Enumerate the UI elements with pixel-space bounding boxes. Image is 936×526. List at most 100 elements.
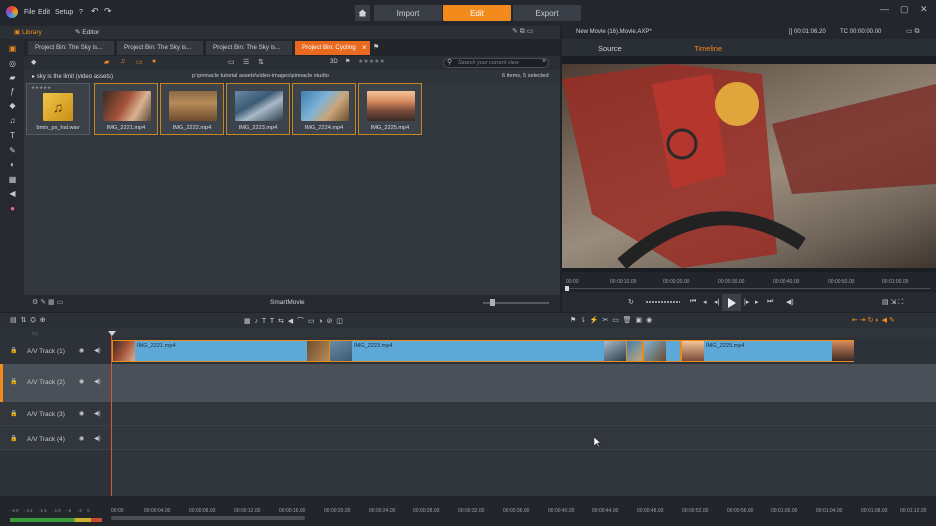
timeline-left-tools[interactable]: ▤ ⇅ ⛭ ⊕: [10, 316, 46, 325]
new-bin-tab-icon[interactable]: ⚑: [373, 43, 379, 51]
timeline-clip-tools[interactable]: ⚑ ⇂ ⚡ ✂ ▭ 🗑 ▣ ◉: [570, 316, 652, 324]
montage-icon[interactable]: ◆: [8, 101, 17, 110]
menu-file[interactable]: File: [24, 9, 35, 16]
visibility-icon[interactable]: ◉: [79, 435, 84, 442]
timeline-right-tools[interactable]: ⇤ ⇥ ↻ ◐ ◀ ✎: [852, 316, 895, 324]
visibility-icon[interactable]: ◉: [79, 410, 84, 417]
player-view-icons[interactable]: ▤ ⇲ ⛶: [882, 298, 903, 307]
bin-tab-2[interactable]: Project Bin: The Sky is...: [117, 41, 203, 55]
asset-audio[interactable]: ★★★★★ ♫ bmix_ps_hal.wav: [26, 83, 90, 135]
mute-icon[interactable]: ◀): [94, 347, 101, 354]
asset-video[interactable]: IMG_2221.mp4: [94, 83, 158, 135]
home-button[interactable]: [355, 5, 370, 21]
frame-back-icon[interactable]: ◂|: [714, 298, 719, 306]
transitions-icon[interactable]: ◐: [8, 160, 17, 169]
bin-tab-3[interactable]: Project Bin: The Sky is...: [206, 41, 292, 55]
shuttle-control[interactable]: [646, 301, 680, 303]
timeline-clip[interactable]: [643, 340, 681, 362]
record-icon[interactable]: ●: [8, 204, 17, 213]
playhead-marker[interactable]: [108, 331, 116, 336]
lock-icon[interactable]: 🔒: [10, 347, 17, 354]
timeline-clip[interactable]: IMG_2225.mp4: [681, 340, 854, 362]
collections-icon[interactable]: ◎: [8, 59, 17, 68]
visibility-icon[interactable]: ◉: [79, 347, 84, 354]
footer-tools-icons[interactable]: ⚙ ✎ ▦ ▭: [32, 298, 63, 306]
folder-icon[interactable]: ▭: [228, 58, 235, 66]
music-icon[interactable]: ♫: [8, 116, 17, 125]
smartmovie-button[interactable]: SmartMovie: [270, 299, 305, 306]
app-logo: [6, 6, 18, 18]
source-tab[interactable]: Source: [598, 44, 622, 53]
timeline-scrollbar[interactable]: [111, 516, 305, 520]
lock-icon[interactable]: 🔒: [10, 410, 17, 417]
volume-icon[interactable]: ◀): [786, 298, 794, 306]
lock-icon[interactable]: 🔒: [10, 378, 17, 385]
filter-video-icon[interactable]: ▰: [104, 58, 109, 66]
mute-icon[interactable]: ◀): [94, 410, 101, 417]
sounds-icon[interactable]: ▦: [8, 175, 17, 184]
close-icon[interactable]: ✕: [920, 4, 928, 15]
asset-video[interactable]: IMG_2223.mp4: [226, 83, 290, 135]
filter-project-icon[interactable]: ●: [152, 58, 156, 65]
asset-video[interactable]: IMG_2225.mp4: [358, 83, 422, 135]
list-view-icon[interactable]: ☰: [243, 58, 249, 66]
edit-mode-button[interactable]: Edit: [443, 5, 511, 21]
import-mode-button[interactable]: Import: [374, 5, 442, 21]
skip-end-icon[interactable]: ⏭: [767, 298, 773, 306]
library-header-icons[interactable]: ✎ ⧉ ▭: [512, 27, 533, 36]
track-name[interactable]: A/V Track (4): [27, 436, 65, 443]
player-layout-icons[interactable]: ▭ ⧉: [906, 27, 920, 36]
search-clear-icon[interactable]: ×: [542, 58, 546, 65]
redo-icon[interactable]: ↷: [104, 6, 112, 17]
search-input[interactable]: Search your current view: [443, 58, 549, 68]
effects-icon[interactable]: ƒ: [8, 87, 17, 96]
overlays-icon[interactable]: ✎: [8, 146, 17, 155]
asset-video[interactable]: IMG_2222.mp4: [160, 83, 224, 135]
project-bin-icon[interactable]: ▣: [8, 44, 17, 53]
playhead[interactable]: [111, 333, 112, 513]
track-name[interactable]: A/V Track (1): [27, 348, 65, 355]
export-mode-button[interactable]: Export: [513, 5, 581, 21]
frame-forward-icon[interactable]: |▸: [744, 298, 749, 306]
bin-tab-1[interactable]: Project Bin: The Sky is...: [28, 41, 114, 55]
timeline-clip[interactable]: [626, 340, 643, 362]
lock-icon[interactable]: 🔒: [10, 435, 17, 442]
visibility-icon[interactable]: ◉: [79, 378, 84, 385]
menu-setup[interactable]: Setup: [55, 9, 73, 16]
bin-tab-cycling[interactable]: Project Bin: Cycling: [295, 41, 370, 55]
timeline-edit-tools[interactable]: ▦ ♪ T T ⇆ ◀ ⌒ ▭ ◑ ⊘ ◫: [244, 316, 343, 326]
mute-icon[interactable]: ◀): [94, 378, 101, 385]
tag-filter-icon[interactable]: ⚑: [345, 58, 350, 65]
slider-handle[interactable]: [490, 299, 495, 306]
loop-icon[interactable]: ↻: [628, 298, 634, 306]
menu-help[interactable]: ?: [79, 9, 83, 16]
sort-icon[interactable]: ⇅: [258, 58, 264, 66]
timeline-clip[interactable]: IMG_2221.mp4: [112, 340, 329, 362]
tag-icon[interactable]: ◆: [31, 58, 36, 66]
timeline-tab[interactable]: Timeline: [694, 44, 722, 53]
asset-video[interactable]: IMG_2224.mp4: [292, 83, 356, 135]
step-forward-icon[interactable]: ▸: [755, 298, 759, 306]
menu-edit[interactable]: Edit: [38, 9, 50, 16]
photos-icon[interactable]: ▰: [8, 73, 17, 82]
3d-filter-button[interactable]: 3D: [330, 59, 338, 65]
skip-start-icon[interactable]: ⏮: [690, 298, 696, 306]
mute-icon[interactable]: ◀): [94, 435, 101, 442]
timeline-clip[interactable]: IMG_2223.mp4: [329, 340, 626, 362]
track-name[interactable]: A/V Track (3): [27, 411, 65, 418]
play-button[interactable]: [722, 294, 741, 311]
undo-icon[interactable]: ↶: [91, 6, 99, 17]
filter-photo-icon[interactable]: ▭: [136, 58, 143, 66]
step-back-icon[interactable]: ◂: [703, 298, 707, 306]
scrubber-handle[interactable]: [565, 286, 569, 291]
bin-tab-close-icon[interactable]: ×: [362, 43, 367, 52]
maximize-icon[interactable]: ▢: [900, 4, 909, 15]
rating-filter[interactable]: ★★★★★: [358, 58, 385, 65]
track-name[interactable]: A/V Track (2): [27, 379, 65, 386]
volume-icon[interactable]: ◀: [8, 189, 17, 198]
editor-tab[interactable]: ✎ Editor: [75, 28, 99, 36]
library-tab[interactable]: ▣ Library: [14, 28, 42, 36]
filter-audio-icon[interactable]: ♫: [120, 58, 125, 65]
minimize-icon[interactable]: —: [880, 4, 889, 14]
titles-icon[interactable]: T: [8, 131, 17, 140]
